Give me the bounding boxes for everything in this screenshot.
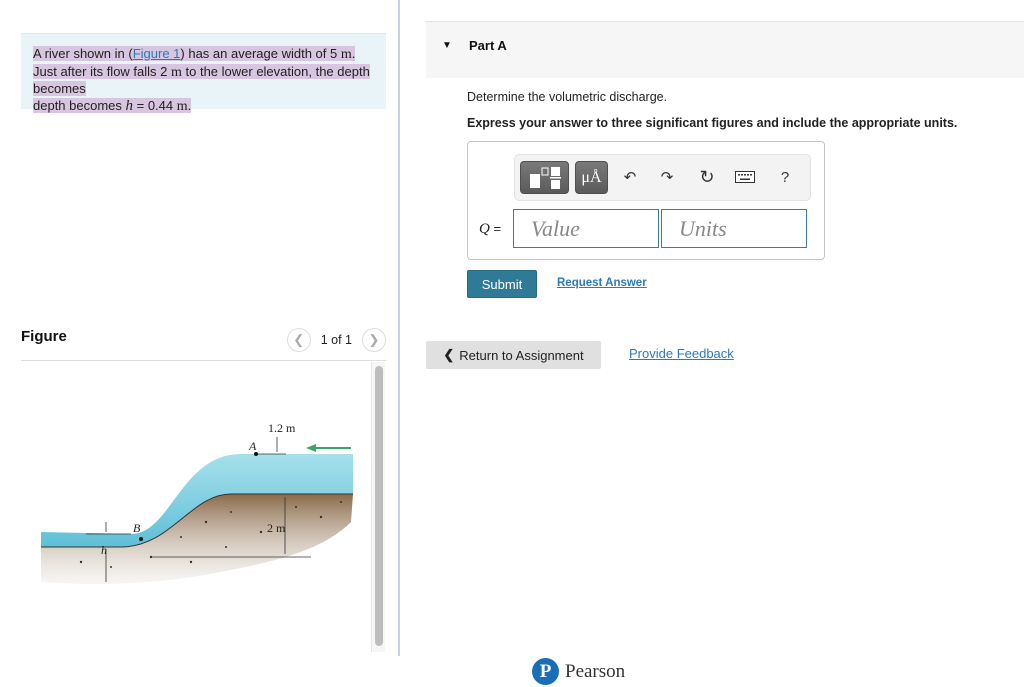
- provide-feedback-link[interactable]: Provide Feedback: [629, 346, 734, 361]
- help-button[interactable]: ?: [773, 165, 797, 189]
- pane-divider[interactable]: [398, 0, 400, 656]
- figure-title: Figure: [21, 328, 67, 345]
- left-pane: A river shown in (Figure 1) has an avera…: [0, 0, 399, 687]
- label-top-depth: 1.2 m: [268, 421, 296, 435]
- units-button[interactable]: μÅ: [575, 161, 608, 194]
- figure-link[interactable]: Figure 1: [133, 46, 181, 61]
- chevron-left-icon: ❮: [443, 347, 455, 362]
- undo-icon: ↶: [623, 169, 637, 186]
- chevron-right-icon: ❯: [368, 332, 380, 347]
- pager-text: 1 of 1: [320, 333, 352, 347]
- reset-button[interactable]: ↻: [695, 165, 719, 189]
- part-a-header[interactable]: ▼ Part A: [426, 21, 1024, 78]
- help-icon: ?: [780, 168, 790, 186]
- question-text: Determine the volumetric discharge.: [467, 90, 668, 104]
- next-figure-button[interactable]: ❯: [362, 328, 386, 352]
- label-drop: 2 m: [267, 521, 286, 535]
- return-to-assignment-button[interactable]: ❮ Return to Assignment: [426, 341, 601, 369]
- problem-text: A river shown in (Figure 1) has an avera…: [33, 46, 370, 114]
- math-toolbar: μÅ ↶ ↷ ↻ ?: [514, 154, 811, 201]
- river-diagram: 1.2 m A B 2 m h: [41, 421, 353, 584]
- reset-icon: ↻: [699, 166, 715, 187]
- submit-button[interactable]: Submit: [467, 270, 537, 298]
- keyboard-icon: [735, 171, 755, 183]
- value-input[interactable]: [513, 209, 659, 248]
- request-answer-link[interactable]: Request Answer: [557, 277, 647, 289]
- question-instruction: Express your answer to three significant…: [467, 116, 958, 130]
- chevron-left-icon: ❮: [293, 332, 305, 347]
- label-depth-h: h: [101, 543, 107, 557]
- part-title: Part A: [469, 38, 507, 53]
- templates-button[interactable]: [520, 161, 569, 194]
- problem-statement: A river shown in (Figure 1) has an avera…: [21, 33, 386, 114]
- figure-header: Figure ❮ 1 of 1 ❯: [21, 325, 386, 361]
- pearson-logo-icon: P: [532, 658, 559, 685]
- units-input[interactable]: [661, 209, 807, 248]
- figure-pager: ❮ 1 of 1 ❯: [286, 328, 386, 352]
- label-point-a: A: [248, 439, 257, 453]
- templates-icon: [529, 166, 561, 189]
- redo-icon: ↷: [660, 169, 674, 186]
- undo-button[interactable]: ↶: [618, 165, 642, 189]
- answer-label: Q =: [479, 221, 502, 237]
- pearson-brand: P Pearson: [532, 658, 625, 685]
- label-point-b: B: [133, 521, 141, 535]
- redo-button[interactable]: ↷: [655, 165, 679, 189]
- figure-scrollbar[interactable]: [371, 362, 385, 652]
- figure-image: 1.2 m A B 2 m h: [21, 362, 386, 652]
- scrollbar-thumb[interactable]: [375, 366, 383, 646]
- keyboard-button[interactable]: [733, 165, 757, 189]
- prev-figure-button[interactable]: ❮: [286, 328, 311, 352]
- caret-down-icon: ▼: [442, 40, 452, 51]
- pearson-wordmark: Pearson: [565, 660, 626, 682]
- answer-box: μÅ ↶ ↷ ↻ ? Q =: [467, 141, 825, 260]
- units-icon: μÅ: [581, 168, 602, 186]
